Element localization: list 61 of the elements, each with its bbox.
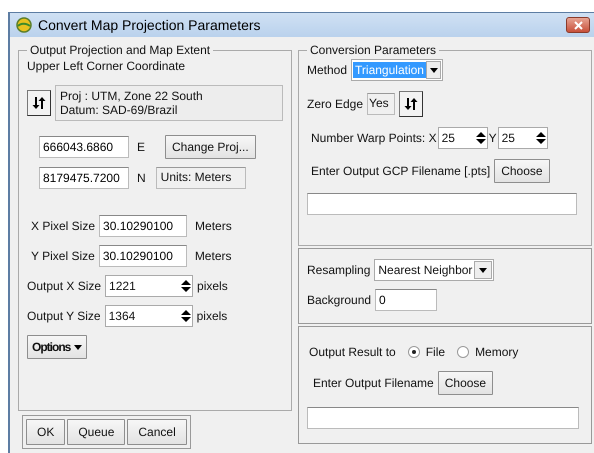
gcp-filename-label: Enter Output GCP Filename [.pts] (311, 164, 490, 178)
zero-edge-label: Zero Edge (307, 97, 364, 111)
spinner-arrows-icon (534, 131, 547, 145)
size-spinner[interactable]: 1221 (105, 275, 194, 297)
warp-y-label: Y (488, 131, 497, 145)
radio-option[interactable]: Memory (457, 345, 518, 359)
caret-icon (74, 344, 82, 350)
dialog-button[interactable]: OK (26, 419, 66, 445)
caret-icon (430, 68, 438, 72)
warp-y-spinner[interactable]: 25 (498, 127, 548, 149)
swap-arrows-icon (32, 97, 46, 109)
swap-arrows-icon (404, 98, 418, 110)
group-title: Output Projection and Map Extent (29, 43, 212, 57)
output-result-label: Output Result to (309, 345, 396, 359)
caret-icon (479, 268, 488, 272)
method-label: Method (307, 63, 348, 77)
background-label: Background (307, 293, 372, 307)
gcp-filename-field[interactable] (307, 193, 577, 215)
spinner-arrows-icon (180, 309, 192, 323)
dialog-button[interactable]: Cancel (127, 419, 187, 445)
easting-label: E (137, 140, 146, 154)
northing-label: N (137, 171, 146, 185)
warp-points-label: Number Warp Points: X (311, 131, 437, 145)
output-size-label: Output Y Size (27, 309, 101, 323)
options-button[interactable]: Options (27, 335, 88, 359)
size-spinner[interactable]: 1364 (104, 305, 193, 327)
close-button[interactable] (566, 17, 590, 33)
close-icon (574, 20, 582, 30)
swap-button[interactable] (27, 90, 51, 116)
unit-label: Meters (195, 219, 232, 233)
projection-info: Proj : UTM, Zone 22 South Datum: SAD-69/Brazil (55, 85, 283, 121)
corner-label: Upper Left Corner Coordinate (27, 59, 186, 73)
background-field[interactable]: 0 (375, 289, 438, 311)
pixel-size-label: X Pixel Size (31, 219, 96, 233)
output-filename-field[interactable] (307, 407, 579, 429)
pixel-size-field[interactable]: 30.10290100 (98, 245, 187, 267)
group-title: Conversion Parameters (309, 43, 438, 57)
warp-x-spinner[interactable]: 25 (438, 127, 488, 149)
resampling-label: Resampling (307, 263, 370, 277)
output-filename-label: Enter Output Filename (313, 376, 434, 390)
spinner-arrows-icon (474, 131, 487, 145)
easting-field[interactable]: 666043.6860 (39, 136, 129, 158)
choose-button[interactable]: Choose (494, 159, 550, 183)
output-size-label: Output X Size (27, 279, 102, 293)
pixel-size-field[interactable]: 30.10290100 (99, 215, 188, 237)
resampling-dropdown[interactable]: Nearest Neighbor (374, 259, 494, 281)
dialog-button[interactable]: Queue (67, 419, 126, 445)
globe-icon (16, 17, 32, 33)
unit-label: pixels (196, 309, 228, 323)
zero-edge-value: Yes (367, 93, 396, 115)
northing-field[interactable]: 8179475.7200 (39, 167, 129, 189)
choose-button[interactable]: Choose (438, 371, 494, 395)
unit-label: pixels (197, 279, 228, 293)
swap-button[interactable] (399, 91, 424, 117)
radio-option[interactable]: File (408, 345, 446, 359)
change-proj-button[interactable]: Change Proj... (165, 135, 256, 159)
spinner-arrows-icon (180, 279, 192, 293)
pixel-size-label: Y Pixel Size (31, 249, 95, 263)
units-display: Units: Meters (156, 167, 246, 189)
unit-label: Meters (194, 249, 232, 263)
window-title: Convert Map Projection Parameters (38, 17, 262, 33)
